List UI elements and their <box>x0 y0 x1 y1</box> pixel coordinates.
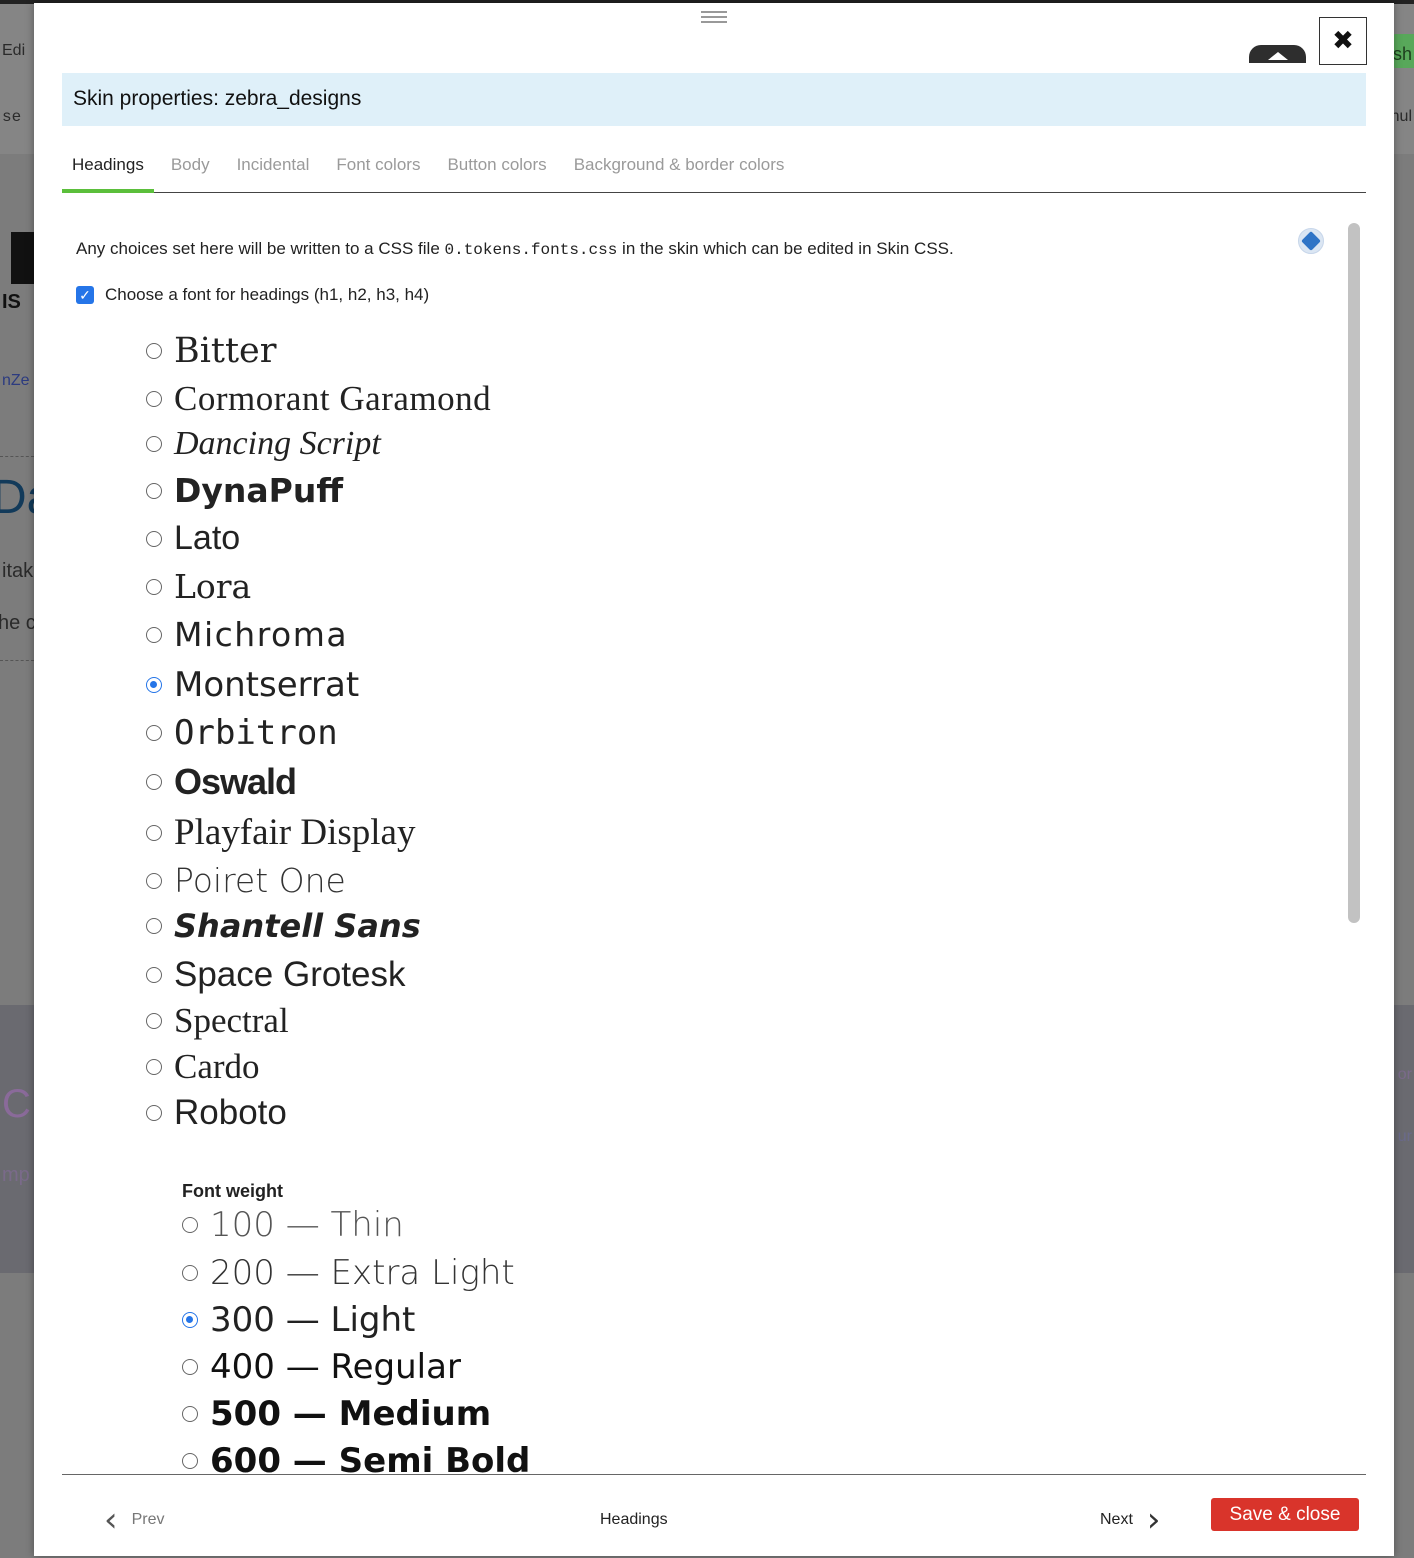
chevron-left-icon: ‹ <box>104 1500 118 1540</box>
background-text: sh <box>1392 44 1412 64</box>
radio-button-selected[interactable] <box>146 677 162 693</box>
modal-footer: ‹ Prev Headings Next › Save & close <box>34 1475 1394 1555</box>
prev-label: Prev <box>131 1511 165 1528</box>
radio-button[interactable] <box>146 626 162 643</box>
scrollbar-thumb[interactable] <box>1348 223 1360 923</box>
radio-button[interactable] <box>146 967 162 983</box>
skin-properties-modal: ✖ Skin properties: zebra_designs Heading… <box>34 3 1394 1556</box>
weight-option-400[interactable]: 400 — Regular <box>182 1347 461 1387</box>
radio-button[interactable] <box>146 774 162 790</box>
background-text: ur <box>1397 1128 1412 1145</box>
weight-option-600[interactable]: 600 — Semi Bold <box>182 1441 530 1474</box>
radio-button-selected[interactable] <box>182 1312 198 1328</box>
font-option-cardo[interactable]: Cardo <box>146 1047 260 1087</box>
next-label: Next <box>1100 1511 1133 1528</box>
font-option-montserrat[interactable]: Montserrat <box>146 665 359 705</box>
radio-button[interactable] <box>146 824 162 841</box>
radio-button[interactable] <box>146 1013 162 1029</box>
radio-button[interactable] <box>146 1105 162 1121</box>
background-text: or <box>1397 1066 1412 1083</box>
radio-button[interactable] <box>146 436 162 452</box>
font-option-michroma[interactable]: Michroma <box>146 615 348 654</box>
font-option-dynapuff[interactable]: DynaPuff <box>146 471 343 510</box>
font-option-spectral[interactable]: Spectral <box>146 1001 289 1041</box>
font-option-lora[interactable]: Lora <box>146 567 251 606</box>
weight-option-300[interactable]: 300 — Light <box>182 1300 415 1340</box>
font-option-bitter[interactable]: Bitter <box>146 331 277 371</box>
radio-button[interactable] <box>146 482 162 499</box>
font-option-lato[interactable]: Lato <box>146 519 240 558</box>
background-text: se <box>2 108 22 126</box>
choose-font-label: Choose a font for headings (h1, h2, h3, … <box>105 285 430 304</box>
background-text: nZe <box>2 372 30 389</box>
tab-content: Any choices set here will be written to … <box>62 217 1352 1474</box>
background-divider <box>0 660 34 661</box>
tab-body[interactable]: Body <box>161 151 220 193</box>
background-text: itak <box>2 560 34 582</box>
font-option-oswald[interactable]: Oswald <box>146 761 297 803</box>
next-button[interactable]: Next › <box>1100 1503 1161 1537</box>
weight-option-100[interactable]: 100 — Thin <box>182 1205 404 1245</box>
close-button[interactable]: ✖ <box>1319 17 1367 65</box>
radio-button[interactable] <box>182 1265 198 1281</box>
choose-font-checkbox[interactable]: ✓ <box>76 286 94 304</box>
radio-button[interactable] <box>146 343 162 359</box>
font-weight-title: Font weight <box>182 1181 283 1201</box>
choose-font-checkbox-row[interactable]: ✓ Choose a font for headings (h1, h2, h3… <box>76 285 429 305</box>
radio-button[interactable] <box>146 725 162 741</box>
background-divider <box>0 456 34 457</box>
background-text: Edi <box>2 42 26 59</box>
close-icon: ✖ <box>1332 26 1354 56</box>
font-option-orbitron[interactable]: Orbitron <box>146 713 338 753</box>
current-section-label: Headings <box>600 1511 668 1528</box>
font-option-space-grotesk[interactable]: Space Grotesk <box>146 955 406 995</box>
intro-text: Any choices set here will be written to … <box>76 239 954 259</box>
weight-option-200[interactable]: 200 — Extra Light <box>182 1253 515 1293</box>
radio-button[interactable] <box>146 391 162 407</box>
font-option-cormorant-garamond[interactable]: Cormorant Garamond <box>146 379 491 419</box>
font-option-roboto[interactable]: Roboto <box>146 1093 287 1133</box>
chevron-up-icon <box>1267 52 1288 60</box>
radio-button[interactable] <box>146 530 162 547</box>
tab-background-border-colors[interactable]: Background & border colors <box>564 151 795 193</box>
save-close-button[interactable]: Save & close <box>1211 1498 1359 1531</box>
background-text: he c <box>0 612 36 634</box>
radio-button[interactable] <box>182 1217 198 1233</box>
content-scrollbar[interactable] <box>1346 219 1362 1476</box>
css-filename: 0.tokens.fonts.css <box>444 241 618 259</box>
tab-font-colors[interactable]: Font colors <box>326 151 430 193</box>
tab-bar: Headings Body Incidental Font colors But… <box>62 151 1366 193</box>
radio-button[interactable] <box>182 1359 198 1375</box>
font-option-shantell-sans[interactable]: Shantell Sans <box>146 907 421 945</box>
font-option-poiret-one[interactable]: Poiret One <box>146 861 346 900</box>
radio-button[interactable] <box>146 1059 162 1075</box>
prev-button[interactable]: ‹ Prev <box>104 1503 165 1537</box>
tab-incidental[interactable]: Incidental <box>227 151 320 193</box>
modal-title: Skin properties: zebra_designs <box>62 73 1366 126</box>
radio-button[interactable] <box>182 1406 198 1422</box>
radio-button[interactable] <box>146 872 162 889</box>
font-option-dancing-script[interactable]: Dancing Script <box>146 425 381 463</box>
weight-option-500[interactable]: 500 — Medium <box>182 1394 491 1434</box>
background-text: mp <box>2 1164 30 1186</box>
tab-headings[interactable]: Headings <box>62 151 154 193</box>
background-logo-text: IS <box>2 291 21 313</box>
radio-button[interactable] <box>146 578 162 595</box>
drag-handle-icon[interactable] <box>701 11 727 23</box>
font-option-playfair-display[interactable]: Playfair Display <box>146 811 415 854</box>
radio-button[interactable] <box>182 1453 198 1469</box>
collapse-button[interactable] <box>1249 45 1306 63</box>
background-text: C <box>2 1082 31 1126</box>
tab-button-colors[interactable]: Button colors <box>437 151 556 193</box>
radio-button[interactable] <box>146 918 162 934</box>
background-logo <box>11 232 35 284</box>
chevron-right-icon: › <box>1146 1500 1161 1540</box>
